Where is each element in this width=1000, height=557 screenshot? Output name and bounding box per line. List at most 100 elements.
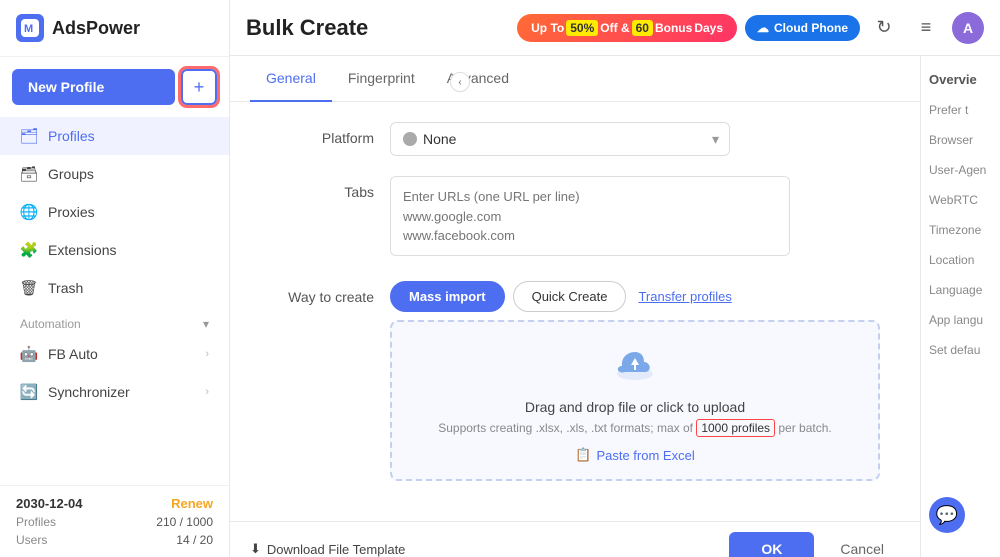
tabs-textarea[interactable] [390,176,790,256]
avatar[interactable]: A [952,12,984,44]
quick-create-button[interactable]: Quick Create [513,281,627,312]
sidebar-item-label: FB Auto [48,346,98,362]
promo-60: 60 [632,20,653,36]
paste-icon: 📋 [575,447,591,463]
refresh-button[interactable]: ↻ [868,12,900,44]
sidebar-item-extensions[interactable]: 🧩 Extensions [0,231,229,269]
cancel-button[interactable]: Cancel [824,532,900,557]
language-item: Language [929,283,992,297]
right-panel: Overvie Prefer t Browser User-Agen WebRT… [920,56,1000,557]
sidebar-item-label: Groups [48,166,94,182]
tab-advanced[interactable]: Advanced [431,56,525,102]
sidebar-nav: 🗂 Profiles 🗃 Groups 🌐 Proxies 🧩 Extensio… [0,113,229,485]
page-title: Bulk Create [246,15,368,41]
sidebar-item-fb-auto[interactable]: 🤖 FB Auto › [0,335,229,373]
support-icon: 💬 [936,505,958,526]
mass-import-button[interactable]: Mass import [390,281,505,312]
upload-subtitle-before: Supports creating .xlsx, .xls, .txt form… [438,421,696,435]
avatar-letter: A [963,20,973,36]
sidebar-item-proxies[interactable]: 🌐 Proxies [0,193,229,231]
sidebar-item-groups[interactable]: 🗃 Groups [0,155,229,193]
chevron-down-icon: ▾ [203,317,209,331]
users-value: 14 / 20 [176,533,213,547]
ok-button[interactable]: OK [729,532,814,557]
sidebar-item-trash[interactable]: 🗑 Trash [0,269,229,307]
fb-auto-icon: 🤖 [20,345,38,363]
new-profile-section: New Profile + [0,57,229,113]
upload-area[interactable]: Drag and drop file or click to upload Su… [390,320,880,481]
form-container: General Fingerprint Advanced Platform [230,56,920,557]
groups-icon: 🗃 [20,165,38,183]
list-icon: ≡ [921,17,932,38]
platform-row: Platform None [254,122,896,156]
proxies-icon: 🌐 [20,203,38,221]
app-name: AdsPower [52,18,140,39]
upload-subtitle: Supports creating .xlsx, .xls, .txt form… [438,419,832,437]
profiles-value: 210 / 1000 [156,515,213,529]
footer-actions: OK Cancel [729,532,900,557]
trash-icon: 🗑 [20,279,38,297]
main-content: ‹ Bulk Create Up To 50% Off & 60 Bonus D… [230,0,1000,557]
sidebar-item-label: Trash [48,280,83,296]
tab-fingerprint[interactable]: Fingerprint [332,56,431,102]
svg-text:M: M [24,23,33,35]
download-icon: ⬇ [250,541,261,557]
new-profile-button[interactable]: New Profile [12,69,175,105]
promo-up-to: Up To [531,21,564,35]
sidebar-item-label: Proxies [48,204,95,220]
sidebar-item-label: Synchronizer [48,384,130,400]
collapse-sidebar-button[interactable]: ‹ [450,72,470,92]
profiles-label: Profiles [16,515,56,529]
tabs-control [390,176,896,261]
new-profile-icon-button[interactable]: + [181,69,217,105]
logo-icon: M [16,14,44,42]
webrtc-item: WebRTC [929,193,992,207]
sidebar-item-synchronizer[interactable]: 🔄 Synchronizer › [0,373,229,411]
list-button[interactable]: ≡ [910,12,942,44]
footer-stats-users: Users 14 / 20 [16,533,213,547]
footer-stats: Profiles 210 / 1000 [16,515,213,529]
way-to-create-buttons: Mass import Quick Create Transfer profil… [390,281,896,312]
promo-bonus: Bonus [655,21,692,35]
platform-select[interactable]: None [390,122,730,156]
profiles-icon: 🗂 [20,127,38,145]
platform-value: None [423,131,456,147]
prefer-item: Prefer t [929,103,992,117]
header-icons: ↻ ≡ A [868,12,984,44]
browser-item: Browser [929,133,992,147]
overview-header: Overvie [929,72,992,87]
tabs-label: Tabs [254,176,374,200]
way-to-create-row: Way to create Mass import Quick Create T… [254,281,896,481]
arrow-right-icon: › [205,348,209,360]
promo-50: 50% [566,20,598,36]
upload-cloud-icon [613,346,657,391]
users-label: Users [16,533,47,547]
renew-link[interactable]: Renew [171,496,213,511]
sidebar-footer: 2030-12-04 Renew Profiles 210 / 1000 Use… [0,485,229,557]
way-to-create-label: Way to create [254,281,374,305]
cloud-icon: ☁ [757,21,769,35]
extensions-icon: 🧩 [20,241,38,259]
tabs-row: Tabs [254,176,896,261]
promo-days: Days [694,21,723,35]
paste-from-excel-button[interactable]: 📋 Paste from Excel [575,447,694,463]
user-agent-item: User-Agen [929,163,992,177]
sidebar: M AdsPower New Profile + 🗂 Profiles 🗃 Gr… [0,0,230,557]
support-button[interactable]: 💬 [929,497,965,533]
download-template-button[interactable]: ⬇ Download File Template [250,541,405,557]
transfer-profiles-button[interactable]: Transfer profiles [634,282,735,311]
form-footer: ⬇ Download File Template OK Cancel [230,521,920,557]
platform-dot-icon [403,132,417,146]
promo-badge: Up To 50% Off & 60 Bonus Days [517,14,737,42]
automation-label: Automation [20,317,81,331]
sidebar-header: M AdsPower [0,0,229,57]
sidebar-item-label: Profiles [48,128,95,144]
form-tabs: General Fingerprint Advanced [230,56,920,102]
app-language-item: App langu [929,313,992,327]
footer-date: 2030-12-04 Renew [16,496,213,511]
sidebar-item-profiles[interactable]: 🗂 Profiles [0,117,229,155]
set-default-item: Set defau [929,343,992,357]
tab-general[interactable]: General [250,56,332,102]
sync-icon: 🔄 [20,383,38,401]
cloud-phone-badge[interactable]: ☁ Cloud Phone [745,15,860,41]
